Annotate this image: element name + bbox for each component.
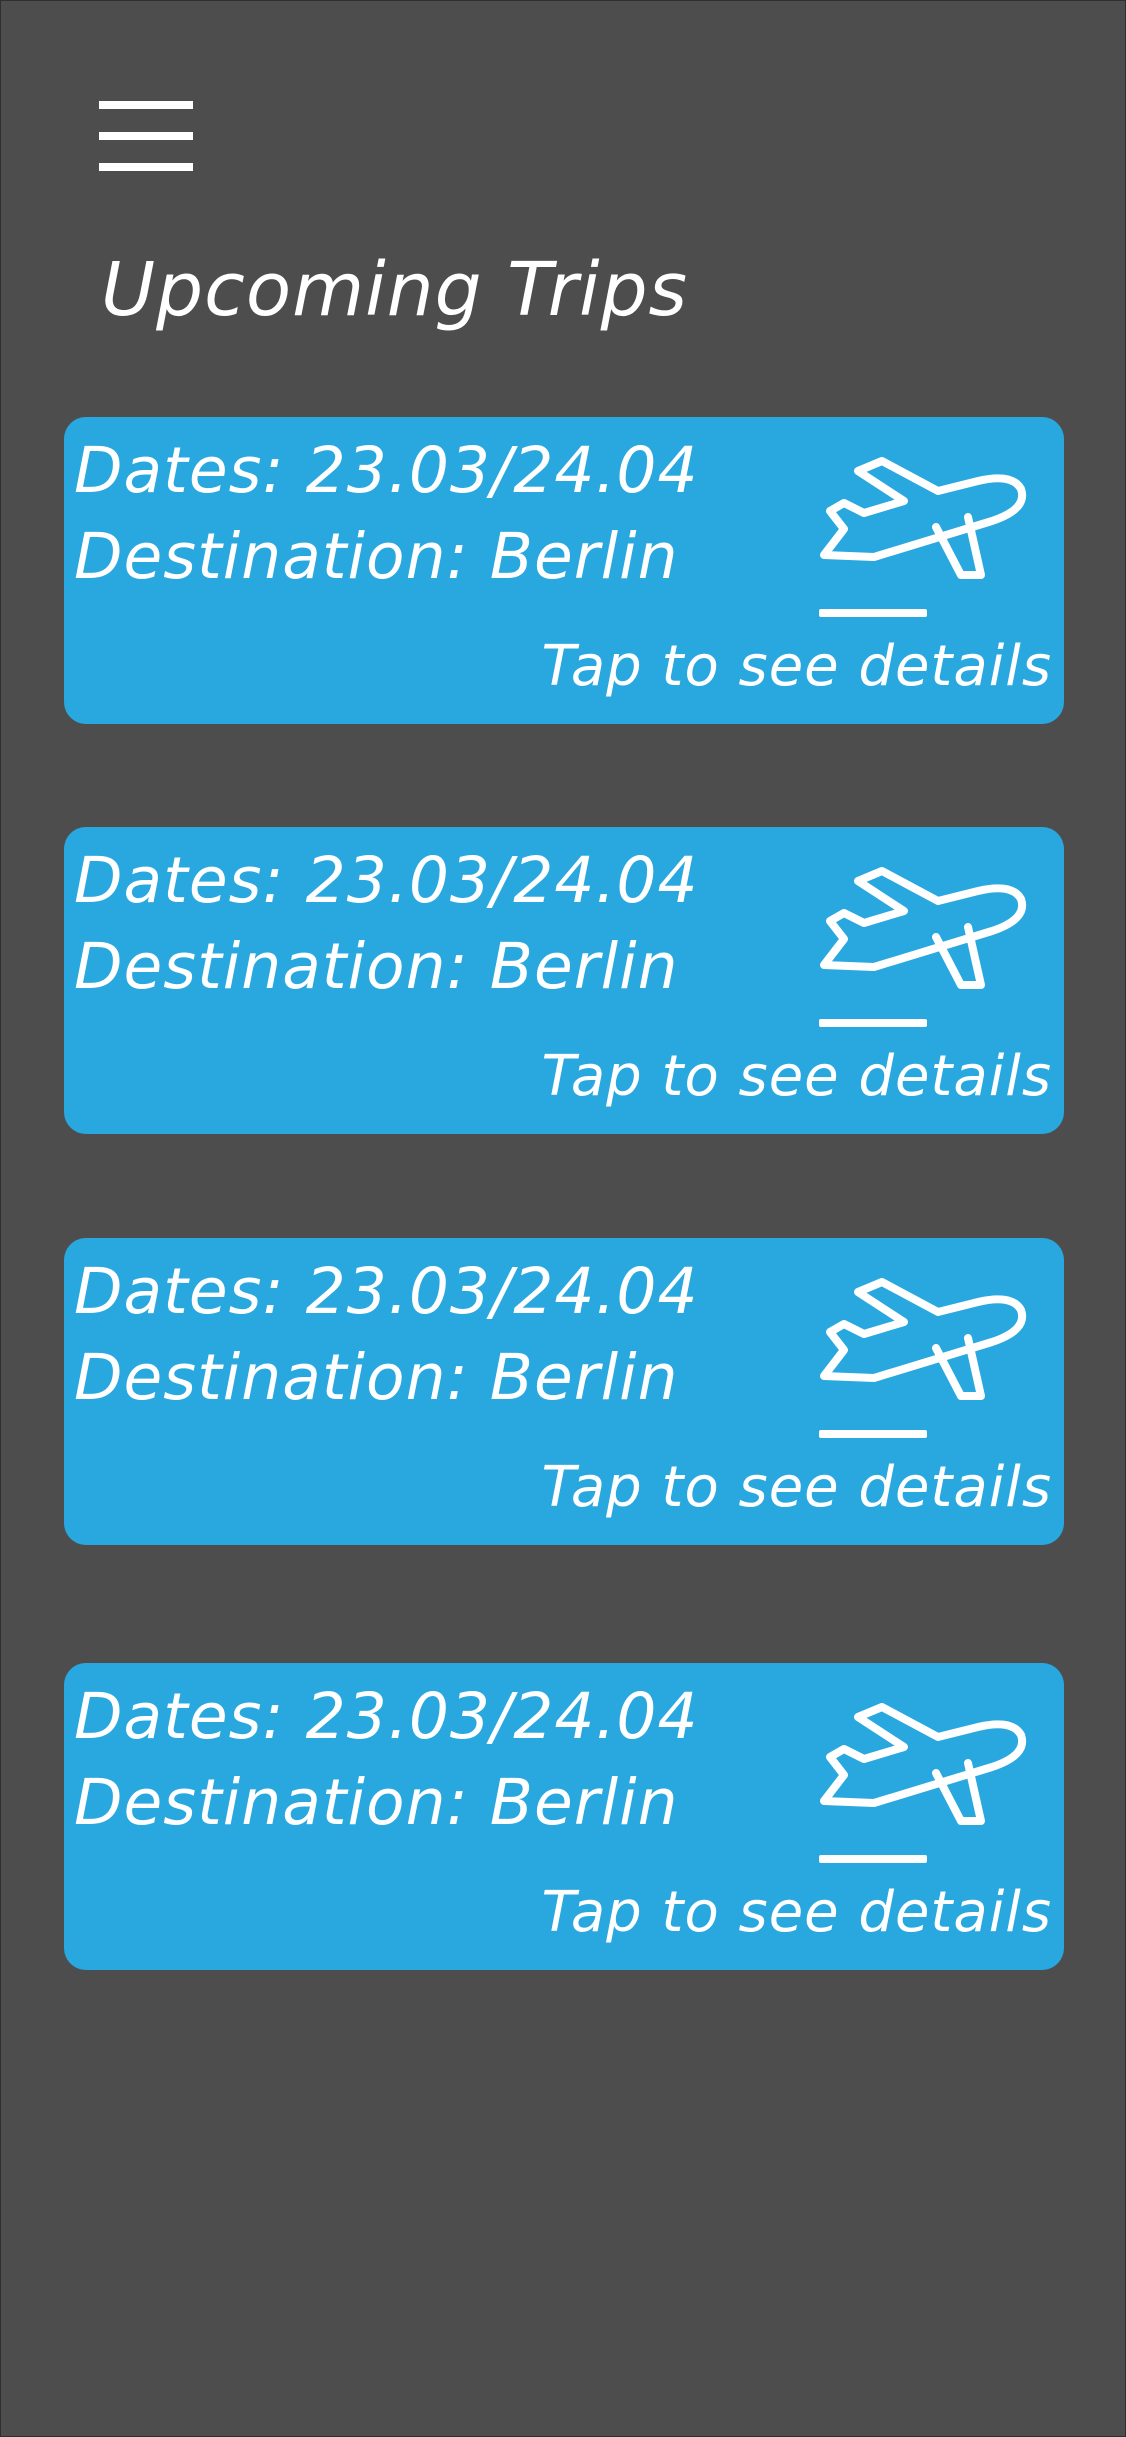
trip-destination: Destination: Berlin — [74, 520, 679, 593]
trip-details-link[interactable]: Tap to see details — [542, 1885, 1052, 1941]
airplane-departure-icon — [820, 1278, 1027, 1400]
plane-underline — [819, 1430, 927, 1438]
plane-underline — [819, 609, 927, 617]
trip-destination: Destination: Berlin — [74, 930, 679, 1003]
plane-underline — [819, 1019, 927, 1027]
plane-underline — [819, 1855, 927, 1863]
menu-bar-bottom — [99, 163, 193, 171]
trips-screen: Upcoming Trips Dates: 23.03/24.04 Destin… — [0, 0, 1126, 2437]
trip-dates: Dates: 23.03/24.04 — [74, 434, 699, 507]
trip-details-link[interactable]: Tap to see details — [542, 1049, 1052, 1105]
trip-destination: Destination: Berlin — [74, 1341, 679, 1414]
trip-dates: Dates: 23.03/24.04 — [74, 1255, 699, 1328]
menu-bar-top — [99, 101, 193, 109]
page-title: Upcoming Trips — [101, 247, 689, 333]
airplane-departure-icon — [820, 1703, 1027, 1825]
airplane-departure-icon — [820, 457, 1027, 579]
menu-bar-middle — [99, 132, 193, 140]
trip-card[interactable]: Dates: 23.03/24.04 Destination: Berlin T… — [64, 417, 1064, 724]
trip-details-link[interactable]: Tap to see details — [542, 639, 1052, 695]
trip-dates: Dates: 23.03/24.04 — [74, 1680, 699, 1753]
trip-destination: Destination: Berlin — [74, 1766, 679, 1839]
trip-card[interactable]: Dates: 23.03/24.04 Destination: Berlin T… — [64, 1663, 1064, 1970]
hamburger-menu-icon[interactable] — [99, 99, 195, 175]
trip-card[interactable]: Dates: 23.03/24.04 Destination: Berlin T… — [64, 1238, 1064, 1545]
trip-card[interactable]: Dates: 23.03/24.04 Destination: Berlin T… — [64, 827, 1064, 1134]
airplane-departure-icon — [820, 867, 1027, 989]
trip-details-link[interactable]: Tap to see details — [542, 1460, 1052, 1516]
trip-dates: Dates: 23.03/24.04 — [74, 844, 699, 917]
